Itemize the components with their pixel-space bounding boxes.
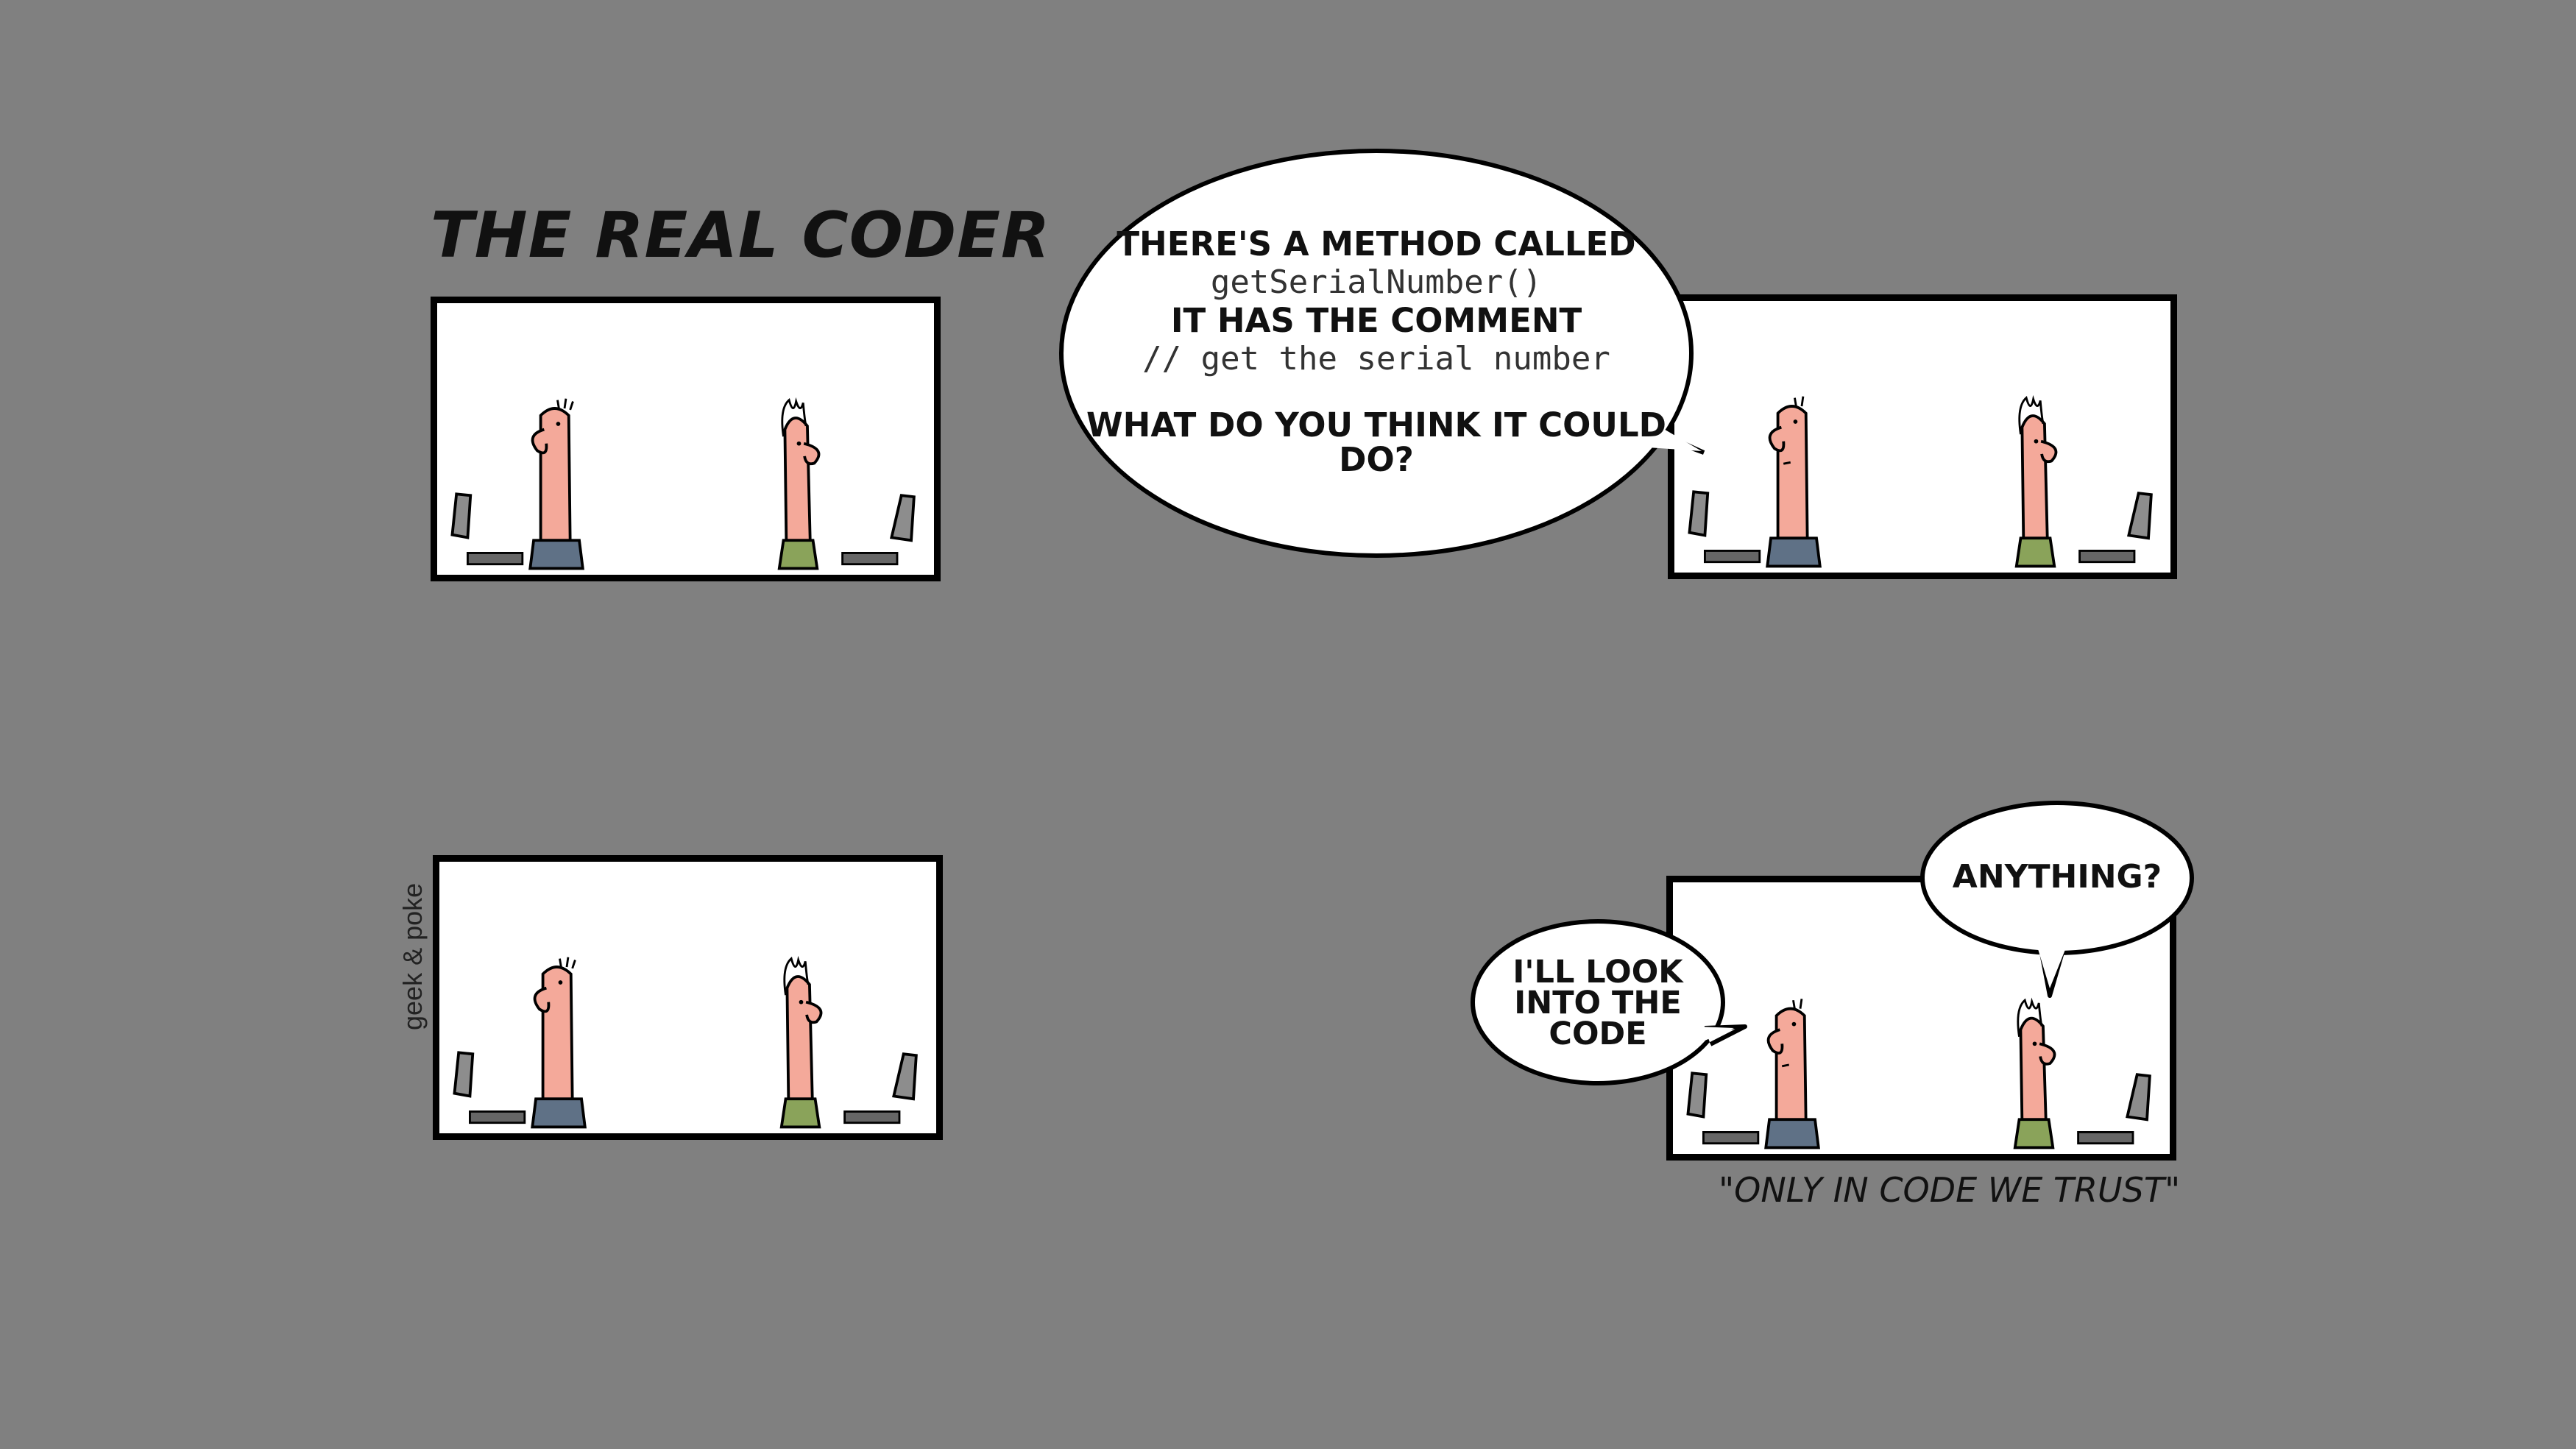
bubble-line: THERE'S A METHOD CALLED	[1117, 224, 1636, 263]
comic-panel-2	[1668, 294, 2177, 579]
comic-title: THE REAL CODER	[431, 199, 1051, 272]
bubble-line: DO?	[1339, 440, 1414, 479]
right-coder-figure	[777, 397, 821, 570]
panel-2-scene	[1688, 394, 2153, 568]
panel-3-scene	[453, 955, 918, 1129]
left-coder-figure	[528, 398, 584, 570]
right-coder-figure	[2014, 394, 2058, 568]
bubble-line: INTO THE	[1514, 985, 1682, 1021]
left-coder-figure	[1766, 396, 1822, 568]
right-monitor	[841, 494, 916, 566]
speech-bubble-look-into-code-text: I'LL LOOK INTO THE CODE	[1484, 954, 1712, 1052]
left-coder-figure	[531, 957, 587, 1129]
left-monitor	[453, 1051, 526, 1124]
right-monitor	[843, 1052, 918, 1124]
right-monitor	[2077, 1073, 2151, 1145]
bubble-line: ANYTHING?	[1952, 858, 2162, 896]
comic-panel-1	[431, 297, 941, 581]
speech-bubble-method-text: THERE'S A METHOD CALLED getSerialNumber(…	[1082, 224, 1671, 479]
speech-bubble-anything-text: ANYTHING?	[1925, 858, 2190, 896]
left-monitor	[450, 492, 524, 566]
right-coder-figure	[2013, 997, 2056, 1149]
comic-panel-3	[433, 855, 943, 1140]
artist-signature: geek & poke	[397, 882, 428, 1030]
bubble-code-line: getSerialNumber()	[1210, 263, 1543, 301]
bubble-code-line: // get the serial number	[1142, 340, 1610, 378]
speech-bubble-anything	[1920, 801, 2194, 998]
bubble-line: CODE	[1549, 1016, 1647, 1052]
bubble-line: IT HAS THE COMMENT	[1170, 301, 1582, 340]
comic-caption: "ONLY IN CODE WE TRUST"	[1719, 1170, 2181, 1210]
bubble-line: WHAT DO YOU THINK IT COULD	[1086, 405, 1666, 444]
left-coder-figure	[1764, 999, 1820, 1149]
bubble-line: I'LL LOOK	[1512, 954, 1683, 991]
right-monitor	[2078, 492, 2153, 564]
panel-1-scene	[450, 397, 916, 570]
right-coder-figure	[779, 955, 823, 1129]
